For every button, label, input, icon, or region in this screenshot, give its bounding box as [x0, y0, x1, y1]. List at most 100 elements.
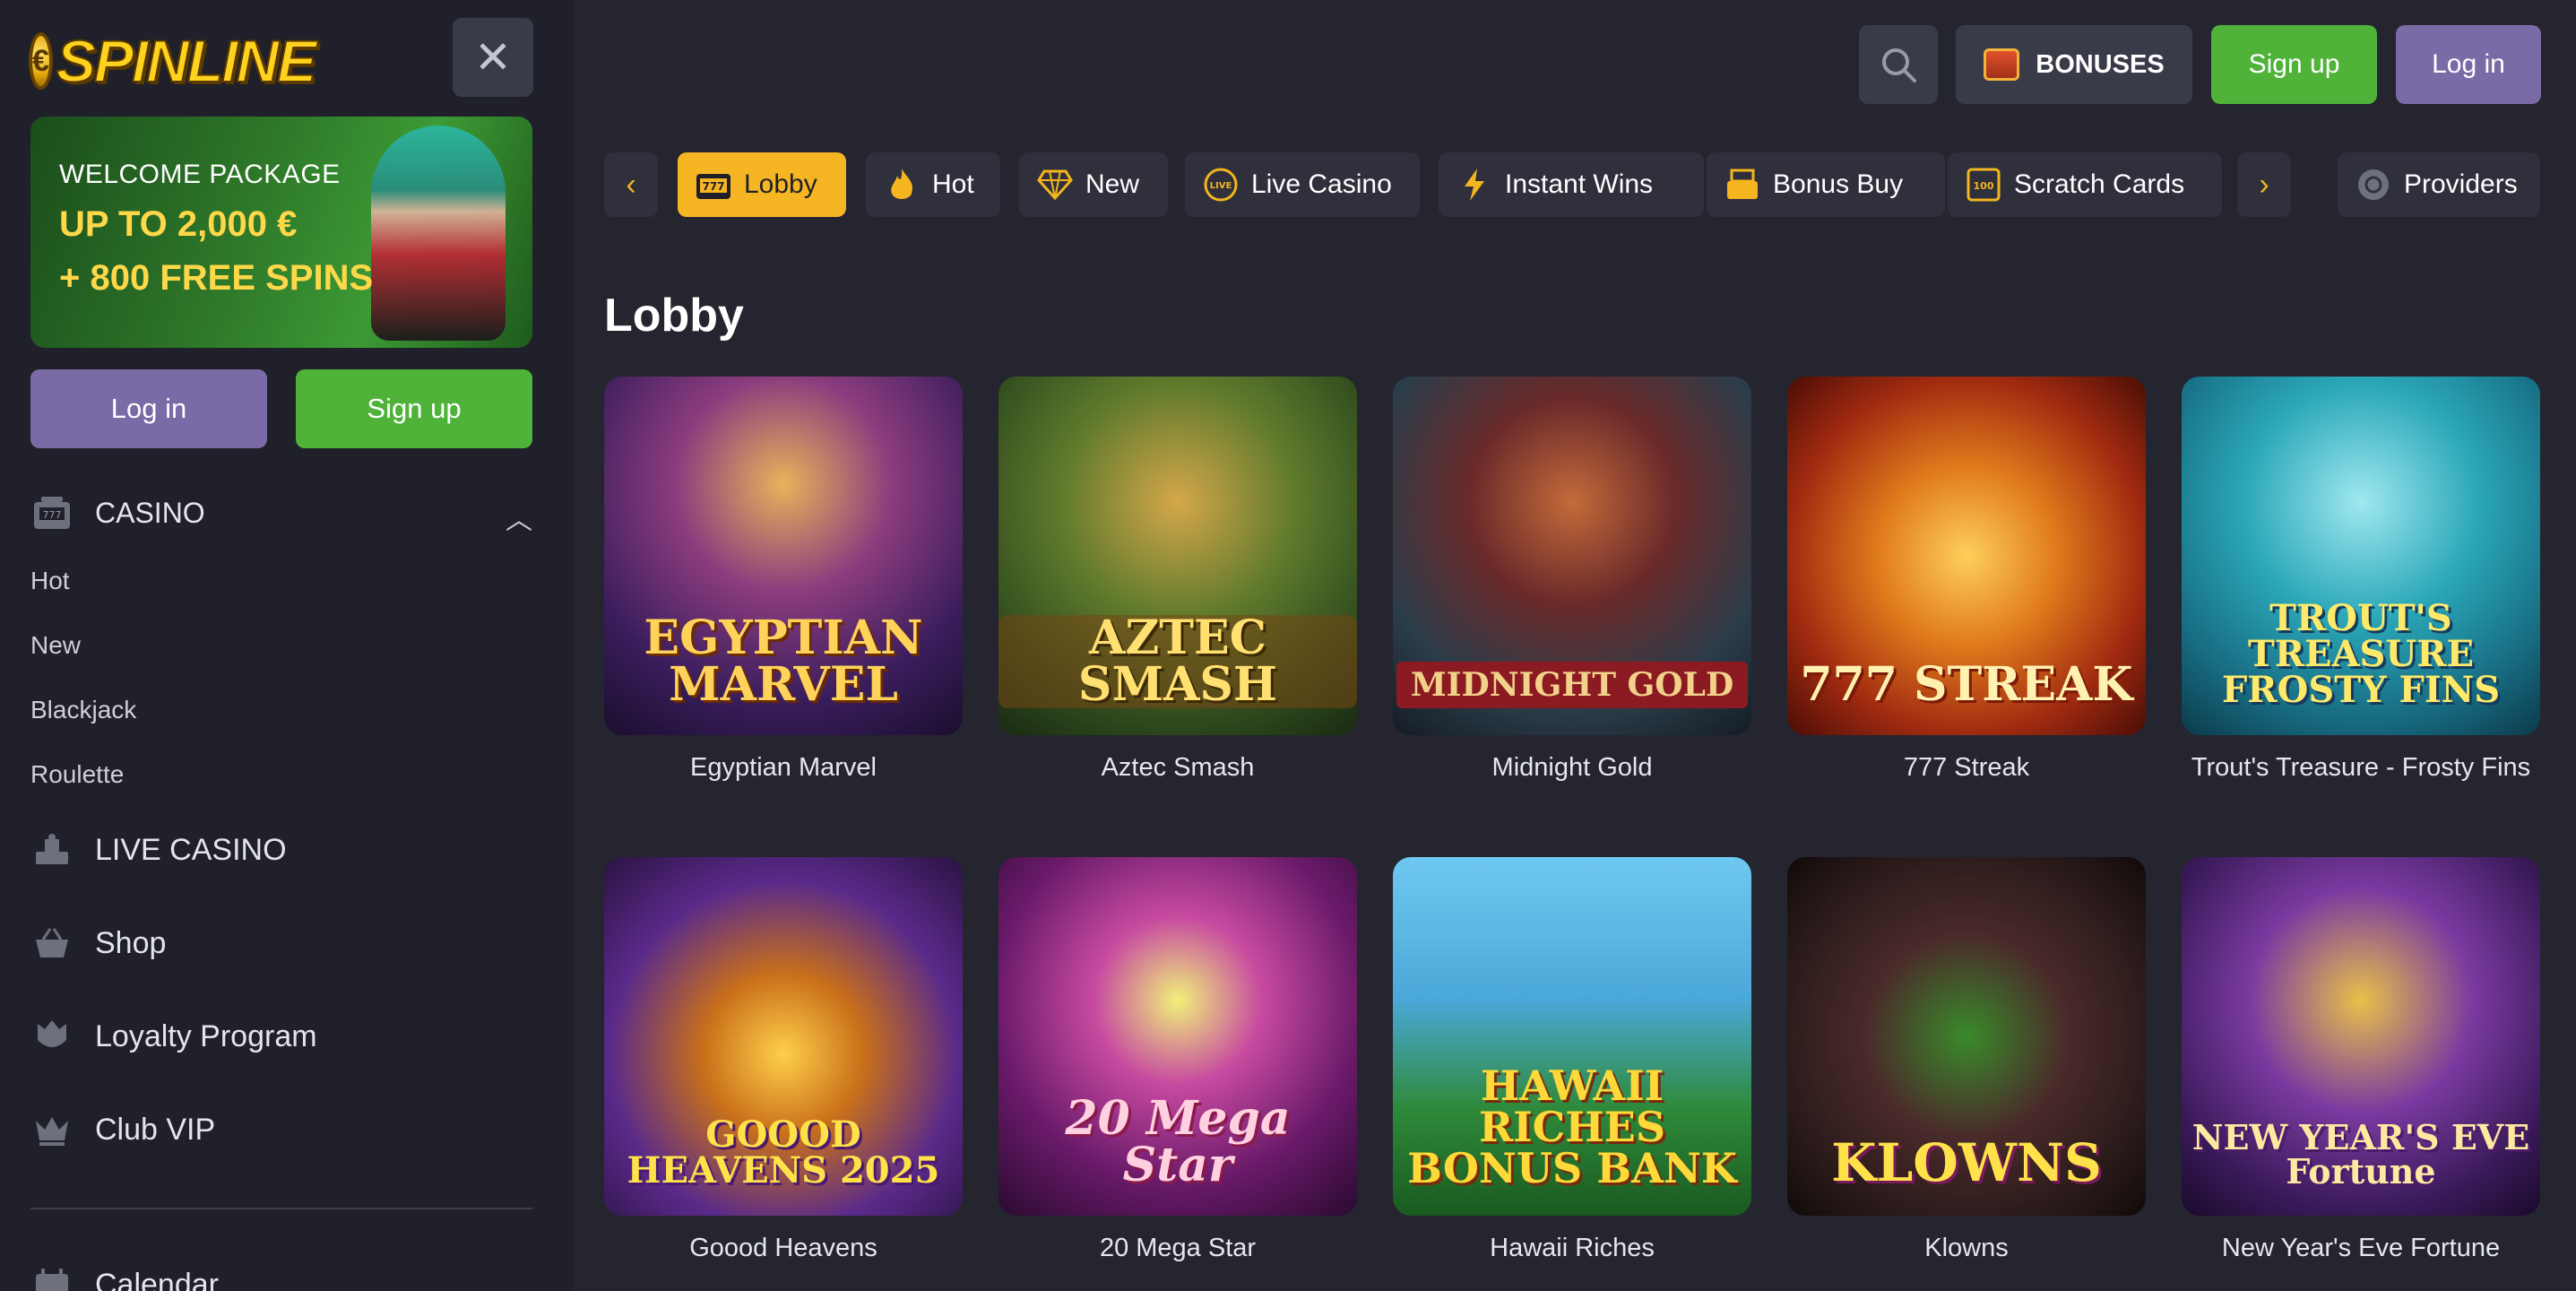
- sidebar-item-live-casino[interactable]: LIVE CASINO: [30, 825, 532, 875]
- providers-label: Providers: [2404, 169, 2518, 199]
- game-name[interactable]: Klowns: [1787, 1230, 2146, 1267]
- close-sidebar-button[interactable]: ✕: [453, 18, 533, 97]
- header-signup-button[interactable]: Sign up: [2211, 25, 2377, 104]
- promo-line-1: WELCOME PACKAGE: [59, 160, 341, 189]
- sidebar-item-casino[interactable]: 777 CASINO ︿: [30, 489, 532, 537]
- sidebar-subitem-hot[interactable]: Hot: [30, 567, 70, 595]
- close-icon: ✕: [474, 32, 512, 82]
- game-tile-hawaii-riches[interactable]: HAWAII RICHES BONUS BANK: [1393, 857, 1751, 1216]
- sidebar: € SPINLINE ✕ WELCOME PACKAGE UP TO 2,000…: [0, 0, 574, 1291]
- game-name[interactable]: New Year's Eve Fortune: [2182, 1230, 2540, 1267]
- basket-icon: [30, 922, 73, 965]
- tab-live-casino[interactable]: LIVE Live Casino: [1185, 152, 1420, 217]
- sidebar-subitem-roulette[interactable]: Roulette: [30, 760, 124, 789]
- scratch-card-icon: 100: [1966, 167, 2001, 203]
- tab-label: Lobby: [744, 169, 817, 199]
- tab-lobby[interactable]: 777 Lobby: [678, 152, 846, 217]
- treasure-chest-icon: [1984, 48, 2020, 81]
- svg-text:100: 100: [1974, 180, 1994, 192]
- game-art-title: EGYPTIAN MARVEL: [644, 611, 923, 712]
- sidebar-divider: [30, 1208, 532, 1209]
- sidebar-subitem-new[interactable]: New: [30, 631, 81, 660]
- tab-hot[interactable]: Hot: [866, 152, 1000, 217]
- sidebar-subitem-blackjack[interactable]: Blackjack: [30, 696, 136, 724]
- tab-label: Bonus Buy: [1773, 169, 1904, 199]
- promo-line-3: + 800 FREE SPINS: [59, 258, 374, 298]
- slot-machine-icon: 777: [30, 491, 73, 534]
- chevron-left-icon: ‹: [626, 167, 636, 202]
- tab-new[interactable]: New: [1019, 152, 1168, 217]
- providers-button[interactable]: Providers: [2338, 152, 2540, 217]
- game-tile-goood-heavens[interactable]: GOOOD HEAVENS 2025: [604, 857, 963, 1216]
- game-name[interactable]: Egyptian Marvel: [604, 749, 963, 786]
- lightning-icon: [1457, 167, 1492, 203]
- live-badge-icon: LIVE: [1203, 167, 1239, 203]
- bonuses-button[interactable]: BONUSES: [1956, 25, 2192, 104]
- sidebar-item-label: Loyalty Program: [95, 1018, 317, 1053]
- logo[interactable]: € SPINLINE: [29, 18, 317, 104]
- tab-label: New: [1085, 169, 1140, 199]
- tab-label: Hot: [932, 169, 974, 199]
- tab-label: Live Casino: [1251, 169, 1392, 199]
- svg-text:777: 777: [702, 180, 724, 193]
- cash-register-icon: [1725, 167, 1760, 203]
- game-art-title: KLOWNS: [1831, 1132, 2102, 1193]
- svg-text:777: 777: [43, 509, 62, 521]
- tab-bonus-buy[interactable]: Bonus Buy: [1707, 152, 1945, 217]
- header-login-button[interactable]: Log in: [2396, 25, 2541, 104]
- game-tile-trouts-treasure[interactable]: TROUT'S TREASURE FROSTY FINS: [2182, 377, 2540, 735]
- sidebar-item-label: LIVE CASINO: [95, 832, 287, 867]
- game-tile-new-years-eve-fortune[interactable]: NEW YEAR'S EVE Fortune: [2182, 857, 2540, 1216]
- game-tile-klowns[interactable]: KLOWNS: [1787, 857, 2146, 1216]
- game-tile-egyptian-marvel[interactable]: EGYPTIAN MARVEL: [604, 377, 963, 735]
- search-icon: [1882, 48, 1916, 82]
- promo-line-2: UP TO 2,000 €: [59, 204, 298, 244]
- tab-instant-wins[interactable]: Instant Wins: [1439, 152, 1704, 217]
- welcome-promo-banner[interactable]: WELCOME PACKAGE UP TO 2,000 € + 800 FREE…: [30, 117, 532, 348]
- tab-label: Instant Wins: [1505, 169, 1654, 199]
- game-tile-777-streak[interactable]: 777 STREAK: [1787, 377, 2146, 735]
- game-art-title: GOOOD HEAVENS 2025: [627, 1113, 940, 1191]
- game-art-title: HAWAII RICHES BONUS BANK: [1407, 1061, 1737, 1192]
- game-art-title: NEW YEAR'S EVE Fortune: [2191, 1117, 2530, 1191]
- game-name[interactable]: Midnight Gold: [1393, 749, 1751, 786]
- game-art-title: TROUT'S TREASURE FROSTY FINS: [2221, 597, 2501, 711]
- diamond-icon: [1037, 167, 1073, 203]
- game-tile-midnight-gold[interactable]: MIDNIGHT GOLD: [1393, 377, 1751, 735]
- game-name[interactable]: 20 Mega Star: [998, 1230, 1357, 1267]
- sidebar-item-loyalty-program[interactable]: Loyalty Program: [30, 1011, 532, 1061]
- logo-text: SPINLINE: [56, 27, 317, 95]
- sidebar-item-label: Calendar: [95, 1267, 219, 1291]
- bonuses-label: BONUSES: [2036, 49, 2165, 79]
- tab-scratch-cards[interactable]: 100 Scratch Cards: [1948, 152, 2222, 217]
- game-name[interactable]: 777 Streak: [1787, 749, 2146, 786]
- search-button[interactable]: [1859, 25, 1938, 104]
- game-art-title: 20 Mega Star: [1065, 1091, 1291, 1192]
- game-name[interactable]: Aztec Smash: [998, 749, 1357, 786]
- sidebar-signup-button[interactable]: Sign up: [296, 369, 532, 448]
- game-art-title: 777 STREAK: [1800, 657, 2133, 712]
- game-name[interactable]: Trout's Treasure - Frosty Fins: [2182, 749, 2540, 786]
- categories-prev-button[interactable]: ‹: [604, 152, 658, 217]
- sidebar-item-club-vip[interactable]: Club VIP: [30, 1105, 532, 1155]
- sidebar-item-shop[interactable]: Shop: [30, 918, 532, 968]
- sidebar-item-calendar[interactable]: Calendar: [30, 1260, 532, 1291]
- chevron-up-icon[interactable]: ︿: [506, 498, 532, 537]
- calendar-icon: [30, 1263, 73, 1291]
- promo-character-image: [371, 126, 506, 341]
- game-art-title: MIDNIGHT GOLD: [1396, 662, 1749, 708]
- sidebar-item-label: Club VIP: [95, 1112, 216, 1147]
- game-art-title: AZTEC SMASH: [998, 615, 1357, 708]
- sidebar-item-label: Shop: [95, 925, 167, 960]
- game-tile-20-mega-star[interactable]: 20 Mega Star: [998, 857, 1357, 1216]
- categories-next-button[interactable]: ›: [2237, 152, 2291, 217]
- game-tile-aztec-smash[interactable]: AZTEC SMASH: [998, 377, 1357, 735]
- chevron-right-icon: ›: [2259, 167, 2269, 202]
- sidebar-login-button[interactable]: Log in: [30, 369, 267, 448]
- game-name[interactable]: Hawaii Riches: [1393, 1230, 1751, 1267]
- svg-text:LIVE: LIVE: [1210, 181, 1232, 191]
- sidebar-item-label: CASINO: [95, 496, 205, 529]
- tab-label: Scratch Cards: [2014, 169, 2185, 199]
- live-casino-icon: [30, 828, 73, 871]
- game-name[interactable]: Goood Heavens: [604, 1230, 963, 1267]
